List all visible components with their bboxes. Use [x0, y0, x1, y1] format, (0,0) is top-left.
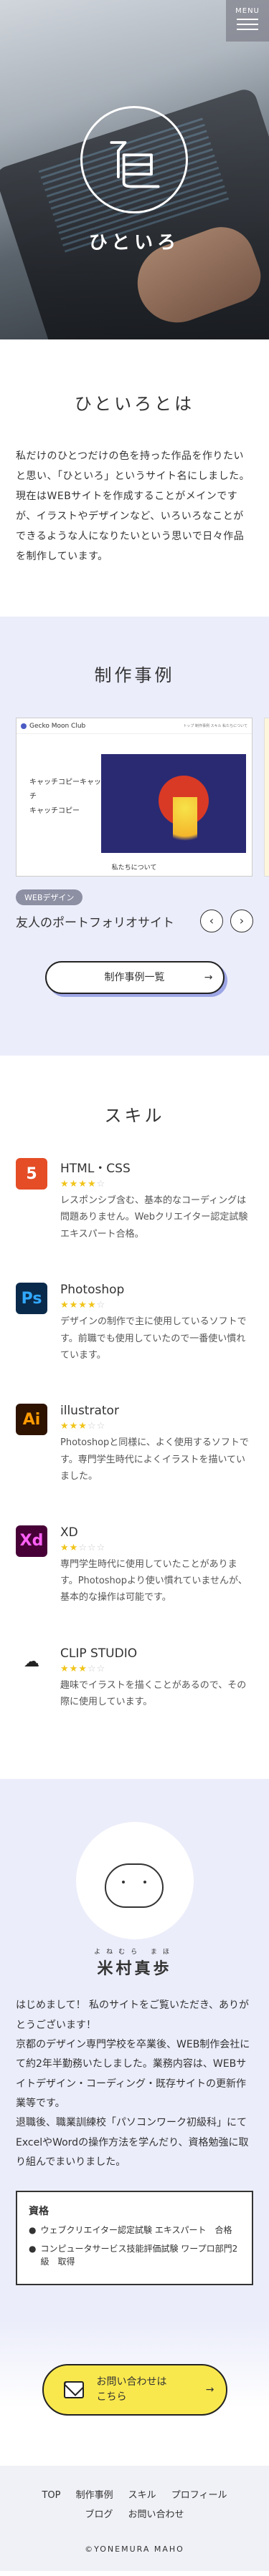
works-section: 制作事例 Gecko Moon Club トップ 制作事例 スキル 私たちについて…: [0, 617, 269, 1056]
profile-section: よねむら まほ 米村真歩 はじめまして！ 私のサイトをご覧いただき、ありがとうご…: [0, 1779, 269, 2322]
works-heading: 制作事例: [94, 665, 175, 685]
preview-footer: 私たちについて: [111, 864, 157, 872]
preview-brand: Gecko Moon Club: [29, 722, 86, 730]
site-logo: [80, 106, 188, 213]
skill-description: 専門学生時代に使用していたことがあります。Photoshopより使い慣れていませ…: [60, 1558, 247, 1603]
html5-css3-icon: 5: [16, 1158, 47, 1190]
skill-description: 趣味でイラストを描くことがあるので、その際に使用しています。: [60, 1679, 247, 1708]
name-ruby: よねむら まほ: [94, 1949, 175, 1957]
skill-rating: ★★★☆☆: [60, 1421, 106, 1432]
arrow-right-icon: →: [205, 2383, 214, 2396]
skill-section: スキル 5 HTML・CSS ★★★★☆ レスポンシブ含む、基本的なコーディングは問題…: [0, 1056, 269, 1779]
skill-name: HTML・CSS: [60, 1162, 131, 1176]
site-name: ひといろ: [88, 232, 181, 254]
category-tag: WEBデザイン: [16, 889, 83, 905]
skill-item: Xd XD ★★☆☆☆ 専門学生時代に使用していたことがあります。Photoshopよ…: [16, 1525, 253, 1606]
arrow-right-icon: →: [204, 972, 213, 983]
works-list-label: 制作事例一覧: [104, 972, 165, 983]
contact-label: お問い合わせは: [96, 2376, 167, 2388]
qualification-item: コンピュータサービス技能評価試験 ワープロ部門2級 取得: [29, 2242, 240, 2268]
prev-arrow-button[interactable]: ‹: [200, 910, 223, 932]
brand-icon: [21, 723, 27, 729]
seal-illustration: [104, 1863, 164, 1909]
footer-link-works[interactable]: 制作事例: [76, 2487, 113, 2501]
qualification-item: ウェブクリエイター認定試験 エキスパート 合格: [29, 2224, 240, 2237]
footer-link-top[interactable]: TOP: [42, 2490, 60, 2501]
skill-name: illustrator: [60, 1404, 119, 1419]
next-arrow-button[interactable]: ›: [230, 910, 253, 932]
about-heading: ひといろとは: [74, 394, 195, 414]
profile-text: はじめまして！ 私のサイトをご覧いただき、ありがとうございます！: [16, 1999, 250, 2031]
preview-nav: トップ 制作事例 スキル 私たちについて: [183, 724, 247, 728]
profile-name: 米村真歩: [97, 1960, 172, 1979]
profile-text: 退職後、職業訓練校「パソコンワーク初級科」にてExcelやWordの操作方法を学…: [16, 2117, 249, 2168]
preview-catch: キャッチコピー: [29, 807, 80, 815]
about-text: 私だけのひとつだけの色を持った作品を作りたいと思い、「ひといろ」というサイト名に…: [16, 450, 250, 482]
skill-item: ☁ CLIP STUDIO ★★★☆☆ 趣味でイラストを描くことがあるので、その際に使…: [16, 1646, 253, 1711]
skill-name: XD: [60, 1525, 78, 1540]
hamburger-icon: [237, 19, 258, 30]
works-list-button[interactable]: 制作事例一覧 →: [44, 961, 225, 994]
clip-studio-icon: ☁: [16, 1646, 47, 1678]
works-carousel[interactable]: Gecko Moon Club トップ 制作事例 スキル 私たちについて キャッチ…: [16, 718, 269, 877]
skill-rating: ★★★★☆: [60, 1179, 106, 1190]
menu-label: MENU: [235, 7, 260, 15]
about-text: 現在はWEBサイトを作成することがメインですが、イラストやデザインなど、いろいろ…: [16, 491, 245, 562]
preview-artwork: [101, 754, 246, 853]
illustrator-icon: Ai: [16, 1404, 47, 1436]
skill-description: レスポンシブ含む、基本的なコーディングは問題ありません。Webクリエイター認定試…: [60, 1195, 248, 1240]
skill-description: デザインの制作で主に使用しているソフトです。前職でも使用していたので一番使い慣れ…: [60, 1316, 247, 1361]
work-title: 友人のポートフォリオサイト: [16, 915, 174, 930]
skill-item: 5 HTML・CSS ★★★★☆ レスポンシブ含む、基本的なコーディングは問題ありませ…: [16, 1158, 253, 1243]
skill-item: Ai illustrator ★★★☆☆ Photoshopと同様に、よく使用するソフ…: [16, 1404, 253, 1485]
mail-icon: [63, 2381, 84, 2399]
next-work-thumbnail[interactable]: [264, 718, 269, 877]
contact-label: こちら: [96, 2391, 127, 2403]
skill-name: CLIP STUDIO: [60, 1646, 138, 1661]
hero: MENU ひといろ: [0, 0, 269, 339]
skill-name: Photoshop: [60, 1283, 125, 1298]
footer-link-contact[interactable]: お問い合わせ: [128, 2507, 184, 2520]
xd-icon: Xd: [16, 1525, 47, 1557]
footer-link-profile[interactable]: プロフィール: [171, 2487, 227, 2501]
avatar: [75, 1822, 194, 1940]
footer-nav: TOP 制作事例 スキル プロフィール ブログ お問い合わせ: [7, 2487, 262, 2526]
qualifications-box: 資格 ウェブクリエイター認定試験 エキスパート 合格 コンピュータサービス技能評…: [16, 2191, 253, 2286]
skill-rating: ★★★★☆: [60, 1300, 106, 1311]
footer-link-blog[interactable]: ブログ: [85, 2507, 113, 2520]
skill-rating: ★★☆☆☆: [60, 1542, 106, 1553]
skill-item: Ps Photoshop ★★★★☆ デザインの制作で主に使用しているソフトです。前職…: [16, 1283, 253, 1364]
about-section: ひといろとは 私だけのひとつだけの色を持った作品を作りたいと思い、「ひといろ」と…: [0, 339, 269, 617]
footer: TOP 制作事例 スキル プロフィール ブログ お問い合わせ ©YONEMURA…: [0, 2466, 269, 2572]
preview-catch: キャッチコピーキャッチ: [29, 778, 101, 801]
work-thumbnail[interactable]: Gecko Moon Club トップ 制作事例 スキル 私たちについて キャッチ…: [16, 718, 253, 877]
copyright: ©YONEMURA MAHO: [85, 2544, 184, 2555]
contact-button[interactable]: お問い合わせは こちら →: [42, 2364, 227, 2416]
contact-section: お問い合わせは こちら →: [0, 2321, 269, 2466]
profile-text: 京都のデザイン専門学校を卒業後、WEB制作会社にて約2年半勤務いたしました。業務…: [16, 2039, 250, 2109]
photoshop-icon: Ps: [16, 1283, 47, 1315]
qualifications-heading: 資格: [29, 2206, 49, 2218]
footer-link-skill[interactable]: スキル: [128, 2487, 156, 2501]
skill-description: Photoshopと同様に、よく使用するソフトです。専門学生時代によくイラストを…: [60, 1437, 249, 1482]
skill-rating: ★★★☆☆: [60, 1663, 106, 1674]
skill-heading: スキル: [104, 1106, 165, 1126]
menu-button[interactable]: MENU: [226, 0, 269, 42]
